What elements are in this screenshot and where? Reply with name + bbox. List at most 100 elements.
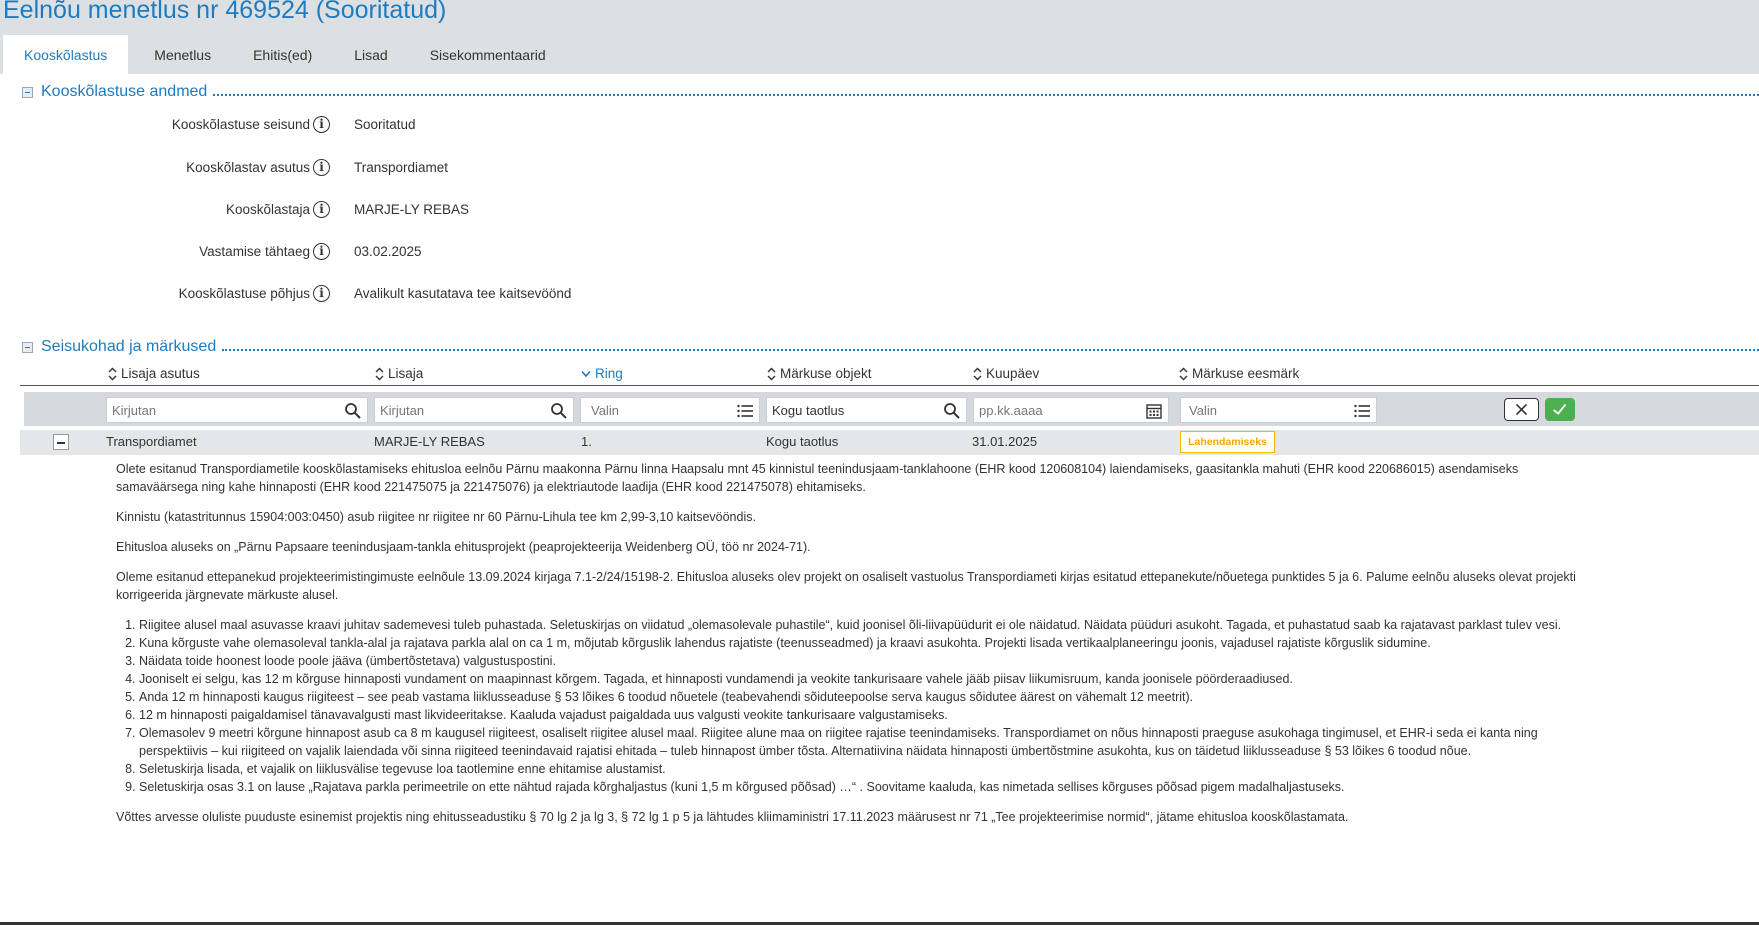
- filter-placeholder: Kirjutan: [112, 403, 157, 418]
- cell-ring: 1.: [581, 434, 592, 449]
- column-lisaja[interactable]: Lisaja: [374, 366, 423, 381]
- column-label: Lisaja asutus: [121, 366, 200, 381]
- filter-placeholder: Kirjutan: [380, 403, 425, 418]
- table-row[interactable]: [20, 430, 1759, 455]
- clear-filters-button[interactable]: [1504, 398, 1539, 421]
- tab-menetlus[interactable]: Menetlus: [133, 35, 232, 74]
- field-vastamise-tahtaeg: Vastamise tähtaeg i 03.02.2025: [0, 242, 900, 264]
- field-value: MARJE-LY REBAS: [354, 202, 470, 217]
- list-item: Näidata toide hoonest loode poole jääva …: [139, 652, 1576, 670]
- list-item: Seletuskirja lisada, et vajalik on liikl…: [139, 760, 1576, 778]
- field-kooskolastav-asutus: Kooskõlastav asutus i Transpordiamet: [0, 158, 900, 180]
- tab-kooskolastus[interactable]: Kooskõlastus: [3, 35, 129, 74]
- field-value: Sooritatud: [354, 117, 416, 132]
- column-label: Märkuse eesmärk: [1192, 366, 1300, 381]
- column-markuse-eesmark[interactable]: Märkuse eesmärk: [1178, 366, 1299, 381]
- tab-lisad[interactable]: Lisad: [333, 35, 408, 74]
- close-icon: [1515, 403, 1528, 416]
- row-collapse-toggle[interactable]: [53, 434, 69, 450]
- field-label: Kooskõlastav asutus: [186, 160, 310, 175]
- search-icon: [345, 403, 361, 419]
- field-label: Kooskõlastuse seisund: [171, 117, 310, 132]
- list-item: Anda 12 m hinnaposti kaugus riigiteest –…: [139, 688, 1576, 706]
- page-title: Eelnõu menetlus nr 469524 (Sooritatud): [3, 0, 447, 24]
- list-item: Seletuskirja osas 3.1 on lause „Rajatava…: [139, 778, 1576, 796]
- collapse-toggle[interactable]: [22, 86, 33, 98]
- column-kuupaev[interactable]: Kuupäev: [972, 366, 1039, 381]
- field-label: Kooskõlastuse põhjus: [178, 286, 310, 301]
- list-item: Olemasolev 9 meetri kõrgune hinnapost as…: [139, 724, 1576, 760]
- section-divider: [213, 94, 1759, 96]
- sort-icon: [973, 367, 982, 380]
- filter-markuse-objekt-input[interactable]: Kogu taotlus: [766, 397, 967, 423]
- search-icon: [551, 403, 567, 419]
- filter-markuse-eesmark-select[interactable]: Valin: [1180, 397, 1377, 423]
- remark-paragraph: Ehitusloa aluseks on „Pärnu Papsaare tee…: [116, 540, 811, 554]
- field-label: Vastamise tähtaeg: [199, 244, 310, 259]
- column-label: Ring: [595, 366, 623, 381]
- filter-ring-select[interactable]: Valin: [580, 397, 760, 423]
- table-header-divider: [20, 385, 1759, 386]
- filter-placeholder: Valin: [591, 403, 619, 418]
- info-icon[interactable]: i: [313, 116, 330, 133]
- cell-markuse-objekt: Kogu taotlus: [766, 434, 839, 449]
- column-label: Märkuse objekt: [780, 366, 872, 381]
- remark-paragraph: Oleme esitanud ettepanekud projekteerimi…: [116, 570, 1576, 602]
- tab-ehitised[interactable]: Ehitis(ed): [232, 35, 333, 74]
- apply-filters-button[interactable]: [1545, 398, 1575, 421]
- section-divider: [222, 349, 1759, 351]
- sort-icon: [767, 367, 776, 380]
- page-header: Eelnõu menetlus nr 469524 (Sooritatud) K…: [0, 0, 1759, 74]
- field-label: Kooskõlastaja: [225, 202, 310, 217]
- collapse-toggle[interactable]: [22, 341, 33, 353]
- remark-paragraph: Võttes arvesse oluliste puuduste esinemi…: [116, 810, 1349, 824]
- filter-placeholder: Valin: [1189, 403, 1217, 418]
- section-title: Seisukohad ja märkused: [41, 338, 217, 355]
- field-value: Avalikult kasutatava tee kaitsevöönd: [354, 286, 572, 301]
- calendar-icon: [1146, 404, 1162, 419]
- remark-paragraph: Olete esitanud Transpordiametile kooskõl…: [116, 462, 1519, 494]
- section-kooskolastuse-andmed-header: Kooskõlastuse andmed: [22, 82, 1759, 102]
- field-kooskolastaja: Kooskõlastaja i MARJE-LY REBAS: [0, 200, 900, 222]
- cell-kuupaev: 31.01.2025: [972, 434, 1038, 449]
- remark-paragraph: Kinnistu (katastritunnus 15904:003:0450)…: [116, 510, 756, 524]
- field-kooskolastuse-pohjus: Kooskõlastuse põhjus i Avalikult kasutat…: [0, 284, 900, 306]
- sort-icon: [375, 367, 384, 380]
- field-kooskolastuse-seisund: Kooskõlastuse seisund i Sooritatud: [0, 115, 900, 137]
- list-item: Riigitee alusel maal asuvasse kraavi juh…: [139, 616, 1576, 634]
- section-title: Kooskõlastuse andmed: [41, 83, 208, 100]
- cell-lisaja: MARJE-LY REBAS: [374, 434, 485, 449]
- sort-icon: [1179, 367, 1188, 380]
- info-icon[interactable]: i: [313, 159, 330, 176]
- list-item: Jooniselt ei selgu, kas 12 m kõrguse hin…: [139, 670, 1576, 688]
- remark-list: Riigitee alusel maal asuvasse kraavi juh…: [116, 616, 1576, 796]
- filter-value: Kogu taotlus: [772, 403, 845, 418]
- remark-content: Olete esitanud Transpordiametile kooskõl…: [116, 460, 1576, 838]
- column-lisaja-asutus[interactable]: Lisaja asutus: [107, 366, 200, 381]
- filter-lisaja-input[interactable]: Kirjutan: [374, 397, 574, 423]
- cell-lisaja-asutus: Transpordiamet: [106, 434, 197, 449]
- filter-kuupaev-input[interactable]: pp.kk.aaaa: [973, 397, 1169, 423]
- info-icon[interactable]: i: [313, 201, 330, 218]
- tab-sisekommentaarid[interactable]: Sisekommentaarid: [409, 35, 567, 74]
- section-seisukohad-header: Seisukohad ja märkused: [22, 337, 1759, 357]
- list-icon: [737, 404, 753, 418]
- list-item: Kuna kõrguste vahe olemasoleval tankla-a…: [139, 634, 1576, 652]
- filter-lisaja-asutus-input[interactable]: Kirjutan: [106, 397, 368, 423]
- column-label: Lisaja: [388, 366, 424, 381]
- column-ring[interactable]: Ring: [580, 366, 623, 381]
- check-icon: [1553, 403, 1567, 415]
- filter-placeholder: pp.kk.aaaa: [979, 403, 1043, 418]
- column-markuse-objekt[interactable]: Märkuse objekt: [766, 366, 872, 381]
- status-badge: Lahendamiseks: [1180, 431, 1275, 453]
- list-icon: [1354, 404, 1370, 418]
- sort-icon: [108, 367, 117, 380]
- info-icon[interactable]: i: [313, 285, 330, 302]
- tab-bar: Kooskõlastus Menetlus Ehitis(ed) Lisad S…: [3, 35, 567, 74]
- column-label: Kuupäev: [986, 366, 1040, 381]
- sort-desc-icon: [581, 370, 591, 377]
- search-icon: [944, 403, 960, 419]
- field-value: 03.02.2025: [354, 244, 422, 259]
- list-item: 12 m hinnaposti paigaldamisel tänavavalg…: [139, 706, 1576, 724]
- info-icon[interactable]: i: [313, 243, 330, 260]
